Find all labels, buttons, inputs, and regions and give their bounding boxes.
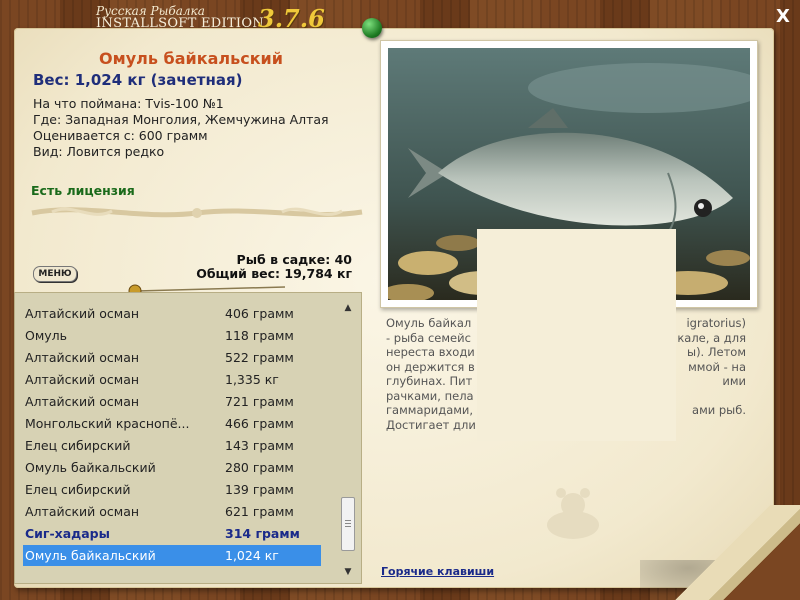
list-item[interactable]: Алтайский осман 406 грамм xyxy=(23,303,321,324)
fish-rarity: Вид: Ловится редко xyxy=(33,144,165,159)
list-item[interactable]: Омуль 118 грамм xyxy=(23,325,321,346)
list-item-name: Омуль xyxy=(25,328,68,343)
photo-overlay-box xyxy=(477,229,676,441)
list-item-name: Алтайский осман xyxy=(25,504,140,519)
list-item-name: Омуль байкальский xyxy=(25,460,156,475)
list-item-name: Алтайский осман xyxy=(25,372,140,387)
close-button[interactable]: X xyxy=(772,6,794,28)
list-item-weight: 280 грамм xyxy=(225,460,294,475)
list-item-weight: 721 грамм xyxy=(225,394,294,409)
description-text-left: - рыба семейс xyxy=(386,330,471,345)
mascot-watermark-icon xyxy=(547,488,599,539)
list-item-name: Алтайский осман xyxy=(25,394,140,409)
fish-count: Рыб в садке: 40 xyxy=(236,252,352,267)
scroll-up-icon[interactable]: ▲ xyxy=(341,301,355,315)
fish-weight: Вес: 1,024 кг (зачетная) xyxy=(33,71,243,89)
list-item[interactable]: Монгольский краснопё... 466 грамм xyxy=(23,413,321,434)
list-item-name: Елец сибирский xyxy=(25,438,131,453)
description-text-left: глубинах. Пит xyxy=(386,374,473,388)
fish-min-weight: Оценивается с: 600 грамм xyxy=(33,128,208,143)
description-text-right: ами рыб. xyxy=(692,403,746,417)
list-item-name: Омуль байкальский xyxy=(25,548,156,563)
list-item-weight: 1,335 кг xyxy=(225,372,279,387)
scroll-thumb[interactable] xyxy=(341,497,355,551)
list-item[interactable]: Сиг-хадары 314 грамм xyxy=(23,523,321,544)
list-item-weight: 139 грамм xyxy=(225,482,294,497)
description-text-left: он держится в xyxy=(386,359,475,374)
list-item[interactable]: Алтайский осман 621 грамм xyxy=(23,501,321,522)
description-text-right: ы). Летом xyxy=(686,345,746,359)
list-item-weight: 1,024 кг xyxy=(225,548,279,563)
list-item-name: Монгольский краснопё... xyxy=(25,416,190,431)
description-text-left: рачками, пела xyxy=(386,388,474,403)
description-text-right: ммой - на xyxy=(688,359,746,374)
license-status: Есть лицензия xyxy=(31,183,135,198)
paper-curl xyxy=(655,505,800,600)
fish-bait: На что поймана: Tvis-100 №1 xyxy=(33,96,224,111)
fish-location: Где: Западная Монголия, Жемчужина Алтая xyxy=(33,112,329,127)
description-text-right: igratorius) xyxy=(686,316,746,330)
scroll-down-icon[interactable]: ▼ xyxy=(341,565,355,579)
list-item-weight: 621 грамм xyxy=(225,504,294,519)
list-item[interactable]: Алтайский осман 522 грамм xyxy=(23,347,321,368)
description-text-left: Омуль байкал xyxy=(386,316,472,330)
catch-list[interactable]: Алтайский осман 406 грамм Омуль 118 грамм Ал… xyxy=(14,292,362,584)
pin-icon xyxy=(362,18,382,38)
list-item-name: Алтайский осман xyxy=(25,350,140,365)
list-item[interactable]: Алтайский осман 1,335 кг xyxy=(23,369,321,390)
list-item-weight: 143 грамм xyxy=(225,438,294,453)
hotkeys-link[interactable]: Горячие клавиши xyxy=(381,565,494,578)
description-text-left: нереста входи xyxy=(386,345,475,359)
list-item[interactable]: Елец сибирский 139 грамм xyxy=(23,479,321,500)
list-item-weight: 466 грамм xyxy=(225,416,294,431)
list-item[interactable]: Омуль байкальский 1,024 кг xyxy=(23,545,321,566)
list-item-weight: 314 грамм xyxy=(225,526,300,541)
list-item-weight: 522 грамм xyxy=(225,350,294,365)
list-item-name: Сиг-хадары xyxy=(25,526,110,541)
list-item[interactable]: Елец сибирский 143 грамм xyxy=(23,435,321,456)
description-text-right: ими xyxy=(722,374,746,388)
list-item-weight: 118 грамм xyxy=(225,328,294,343)
total-weight: Общий вес: 19,784 кг xyxy=(196,266,352,281)
list-item-name: Елец сибирский xyxy=(25,482,131,497)
list-item[interactable]: Омуль байкальский 280 грамм xyxy=(23,457,321,478)
description-text-right: кале, а для xyxy=(677,330,746,345)
list-item[interactable]: Алтайский осман 721 грамм xyxy=(23,391,321,412)
fish-name: Омуль байкальский xyxy=(99,49,283,68)
list-item-weight: 406 грамм xyxy=(225,306,294,321)
description-text-left: Достигает дли xyxy=(386,417,476,432)
list-scrollbar[interactable]: ▲ ▼ xyxy=(341,301,355,579)
ornament-divider-icon xyxy=(31,207,363,218)
menu-button[interactable]: МЕНЮ xyxy=(33,266,77,282)
description-text-left: гаммаридами, xyxy=(386,403,474,417)
list-item-name: Алтайский осман xyxy=(25,306,140,321)
